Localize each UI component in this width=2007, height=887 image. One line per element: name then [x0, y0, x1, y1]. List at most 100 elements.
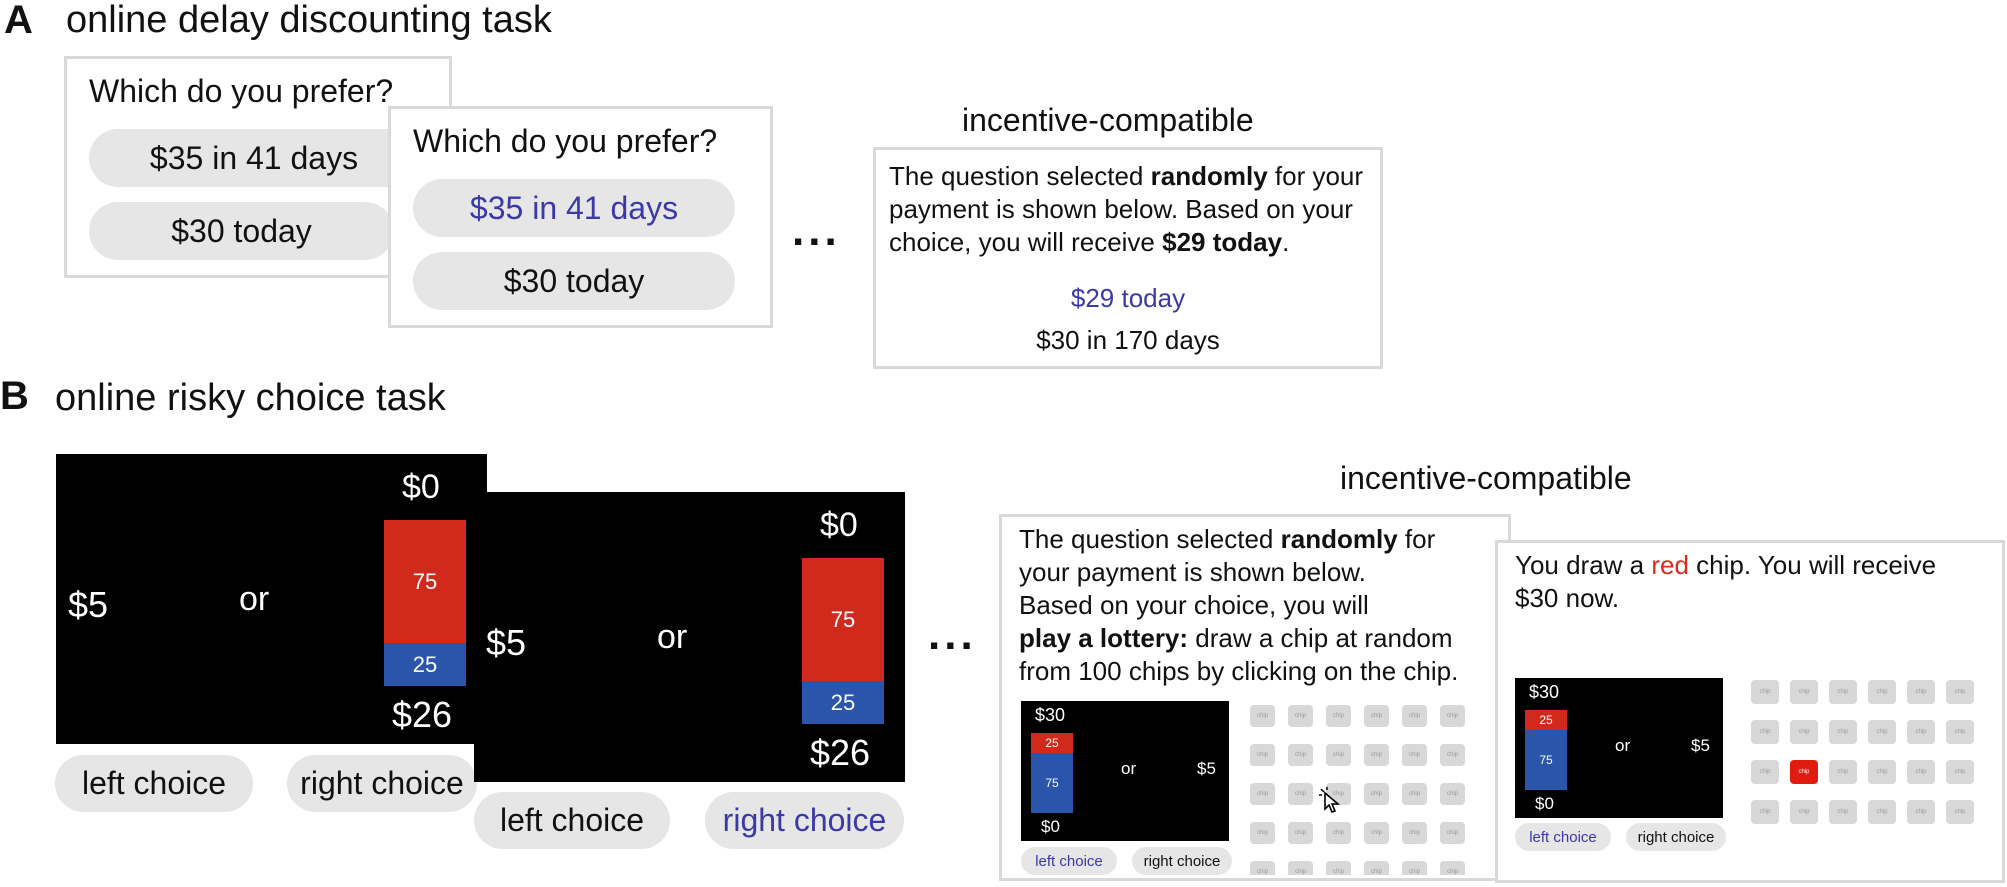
chip[interactable]: chip — [1364, 783, 1389, 805]
mini-safe-amount: $5 — [1691, 736, 1710, 755]
lottery-top-amount: $0 — [402, 468, 440, 506]
mini-top-amount: $30 — [1529, 682, 1560, 702]
chip[interactable]: chip — [1250, 822, 1275, 844]
risky-choice-screen-1: $5 or $0 75 25 $26 — [56, 454, 487, 744]
chip[interactable]: chip — [1751, 760, 1779, 784]
lottery-probability-bar: 75 25 — [384, 520, 466, 686]
right-choice-button-selected[interactable]: right choice — [705, 792, 904, 849]
chip[interactable]: chip — [1288, 744, 1313, 766]
chip[interactable]: chip — [1364, 705, 1389, 727]
blue-probability: 75 — [1525, 730, 1567, 790]
lottery-bottom-amount: $26 — [810, 732, 871, 773]
chip[interactable]: chip — [1946, 760, 1974, 784]
mini-bottom-amount: $0 — [1041, 817, 1060, 836]
lottery-bottom-amount: $26 — [392, 694, 453, 735]
chip[interactable]: chip — [1402, 744, 1427, 766]
blue-probability: 75 — [1031, 753, 1073, 813]
red-probability: 25 — [1525, 710, 1567, 730]
mini-right-choice-button[interactable]: right choice — [1626, 823, 1726, 851]
option-later-button-selected[interactable]: $35 in 41 days — [413, 179, 735, 237]
option-now-button[interactable]: $30 today — [413, 252, 735, 310]
chip[interactable]: chip — [1907, 760, 1935, 784]
chip[interactable]: chip — [1288, 861, 1313, 875]
chip[interactable]: chip — [1326, 822, 1351, 844]
chip[interactable]: chip — [1364, 744, 1389, 766]
chip[interactable]: chip — [1829, 800, 1857, 824]
left-choice-button[interactable]: left choice — [55, 755, 253, 812]
or-label: or — [239, 580, 270, 618]
chip[interactable]: chip — [1907, 720, 1935, 744]
ellipsis-a: ... — [792, 206, 841, 255]
chip[interactable]: chip — [1829, 680, 1857, 704]
chip[interactable]: chip — [1402, 861, 1427, 875]
ellipsis-b: ... — [928, 610, 977, 659]
chip[interactable]: chip — [1946, 800, 1974, 824]
mini-choice-screen: $30 25 75 $0 or $5 — [1021, 701, 1229, 841]
chip[interactable]: chip — [1440, 822, 1465, 844]
red-probability: 25 — [1031, 733, 1073, 753]
other-option: $30 in 170 days — [1036, 325, 1220, 355]
mini-safe-amount: $5 — [1197, 759, 1216, 778]
right-choice-button[interactable]: right choice — [287, 755, 477, 812]
chip[interactable]: chip — [1829, 760, 1857, 784]
option-later-button[interactable]: $35 in 41 days — [89, 129, 419, 187]
chip[interactable]: chip — [1751, 800, 1779, 824]
chip[interactable]: chip — [1250, 861, 1275, 875]
mini-choice-screen: $30 25 75 $0 or $5 — [1515, 678, 1723, 818]
mini-probability-bar: 25 75 — [1031, 733, 1073, 813]
chip[interactable]: chip — [1250, 744, 1275, 766]
draw-result-text: You draw a red chip. You will receive $3… — [1515, 550, 1937, 613]
chip[interactable]: chip — [1326, 705, 1351, 727]
chip[interactable]: chip — [1440, 861, 1465, 875]
mini-bottom-amount: $0 — [1535, 794, 1554, 813]
chip[interactable]: chip — [1364, 822, 1389, 844]
safe-amount: $5 — [486, 622, 527, 663]
lottery-card: The question selected randomly for your … — [999, 514, 1511, 881]
chip[interactable]: chip — [1364, 861, 1389, 875]
red-probability: 75 — [802, 558, 884, 681]
chip[interactable]: chip — [1868, 800, 1896, 824]
question-text: Which do you prefer? — [413, 123, 718, 159]
chip[interactable]: chip — [1790, 720, 1818, 744]
chip[interactable]: chip — [1440, 705, 1465, 727]
or-label: or — [657, 618, 688, 656]
chip[interactable]: chip — [1868, 760, 1896, 784]
chip[interactable]: chip — [1907, 680, 1935, 704]
chip[interactable]: chip — [1402, 822, 1427, 844]
lottery-probability-bar: 75 25 — [802, 558, 884, 724]
blue-probability: 25 — [384, 643, 466, 686]
chip[interactable]: chip — [1402, 705, 1427, 727]
chip[interactable]: chip — [1946, 720, 1974, 744]
chip[interactable]: chip — [1288, 822, 1313, 844]
panel-title-a: online delay discounting task — [66, 0, 552, 41]
chip[interactable]: chip — [1402, 783, 1427, 805]
option-now-button[interactable]: $30 today — [89, 202, 394, 260]
chip[interactable]: chip — [1326, 744, 1351, 766]
mini-left-choice-button-selected[interactable]: left choice — [1021, 847, 1117, 875]
chip[interactable]: chip — [1288, 705, 1313, 727]
chip[interactable]: chip — [1946, 680, 1974, 704]
or-label: or — [1121, 759, 1137, 778]
chip[interactable]: chip — [1440, 783, 1465, 805]
chip[interactable]: chip — [1440, 744, 1465, 766]
panel-letter-b: B — [0, 374, 29, 418]
mini-right-choice-button[interactable]: right choice — [1132, 847, 1232, 875]
chip-grid: chip chip chip chip chip chip chip chip chip chip… — [1250, 705, 1482, 875]
chip[interactable]: chip — [1250, 783, 1275, 805]
chip[interactable]: chip — [1829, 720, 1857, 744]
cursor-icon — [1317, 785, 1347, 821]
chip[interactable]: chip — [1288, 783, 1313, 805]
chip[interactable]: chip — [1751, 680, 1779, 704]
chip[interactable]: chip — [1250, 705, 1275, 727]
left-choice-button[interactable]: left choice — [474, 792, 670, 849]
chip[interactable]: chip — [1868, 680, 1896, 704]
chip-selected[interactable]: chip — [1790, 760, 1818, 784]
lottery-instructions: The question selected randomly for your … — [1019, 524, 1459, 686]
chip[interactable]: chip — [1907, 800, 1935, 824]
chip[interactable]: chip — [1326, 861, 1351, 875]
chip[interactable]: chip — [1790, 680, 1818, 704]
chip[interactable]: chip — [1868, 720, 1896, 744]
mini-left-choice-button-selected[interactable]: left choice — [1515, 823, 1611, 851]
chip[interactable]: chip — [1751, 720, 1779, 744]
chip[interactable]: chip — [1790, 800, 1818, 824]
